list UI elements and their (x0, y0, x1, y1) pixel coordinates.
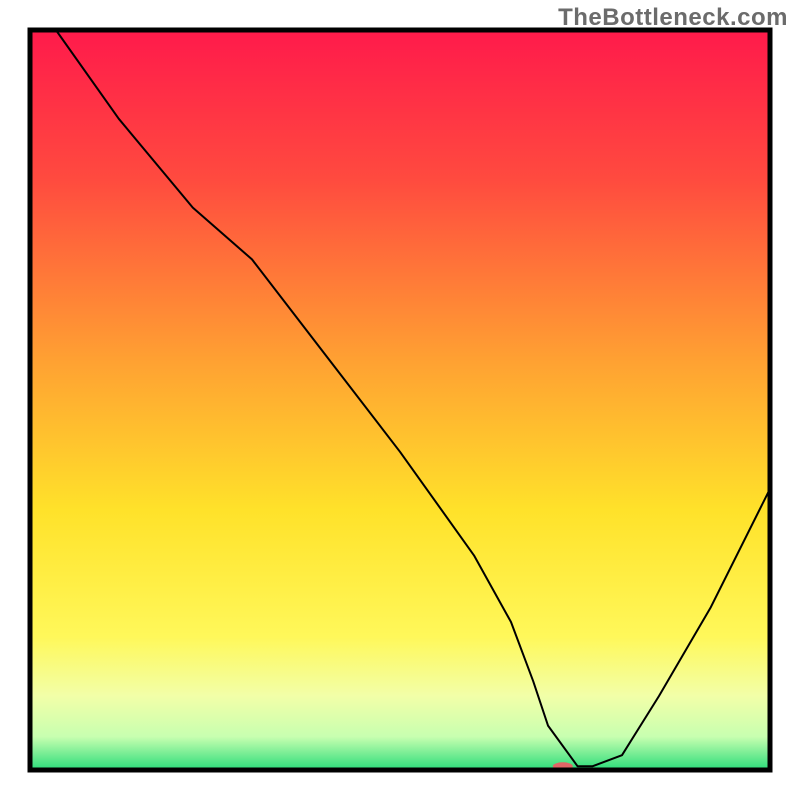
gradient-background (30, 30, 770, 770)
chart-svg (0, 0, 800, 800)
chart-figure: TheBottleneck.com (0, 0, 800, 800)
plot-area (30, 30, 770, 770)
